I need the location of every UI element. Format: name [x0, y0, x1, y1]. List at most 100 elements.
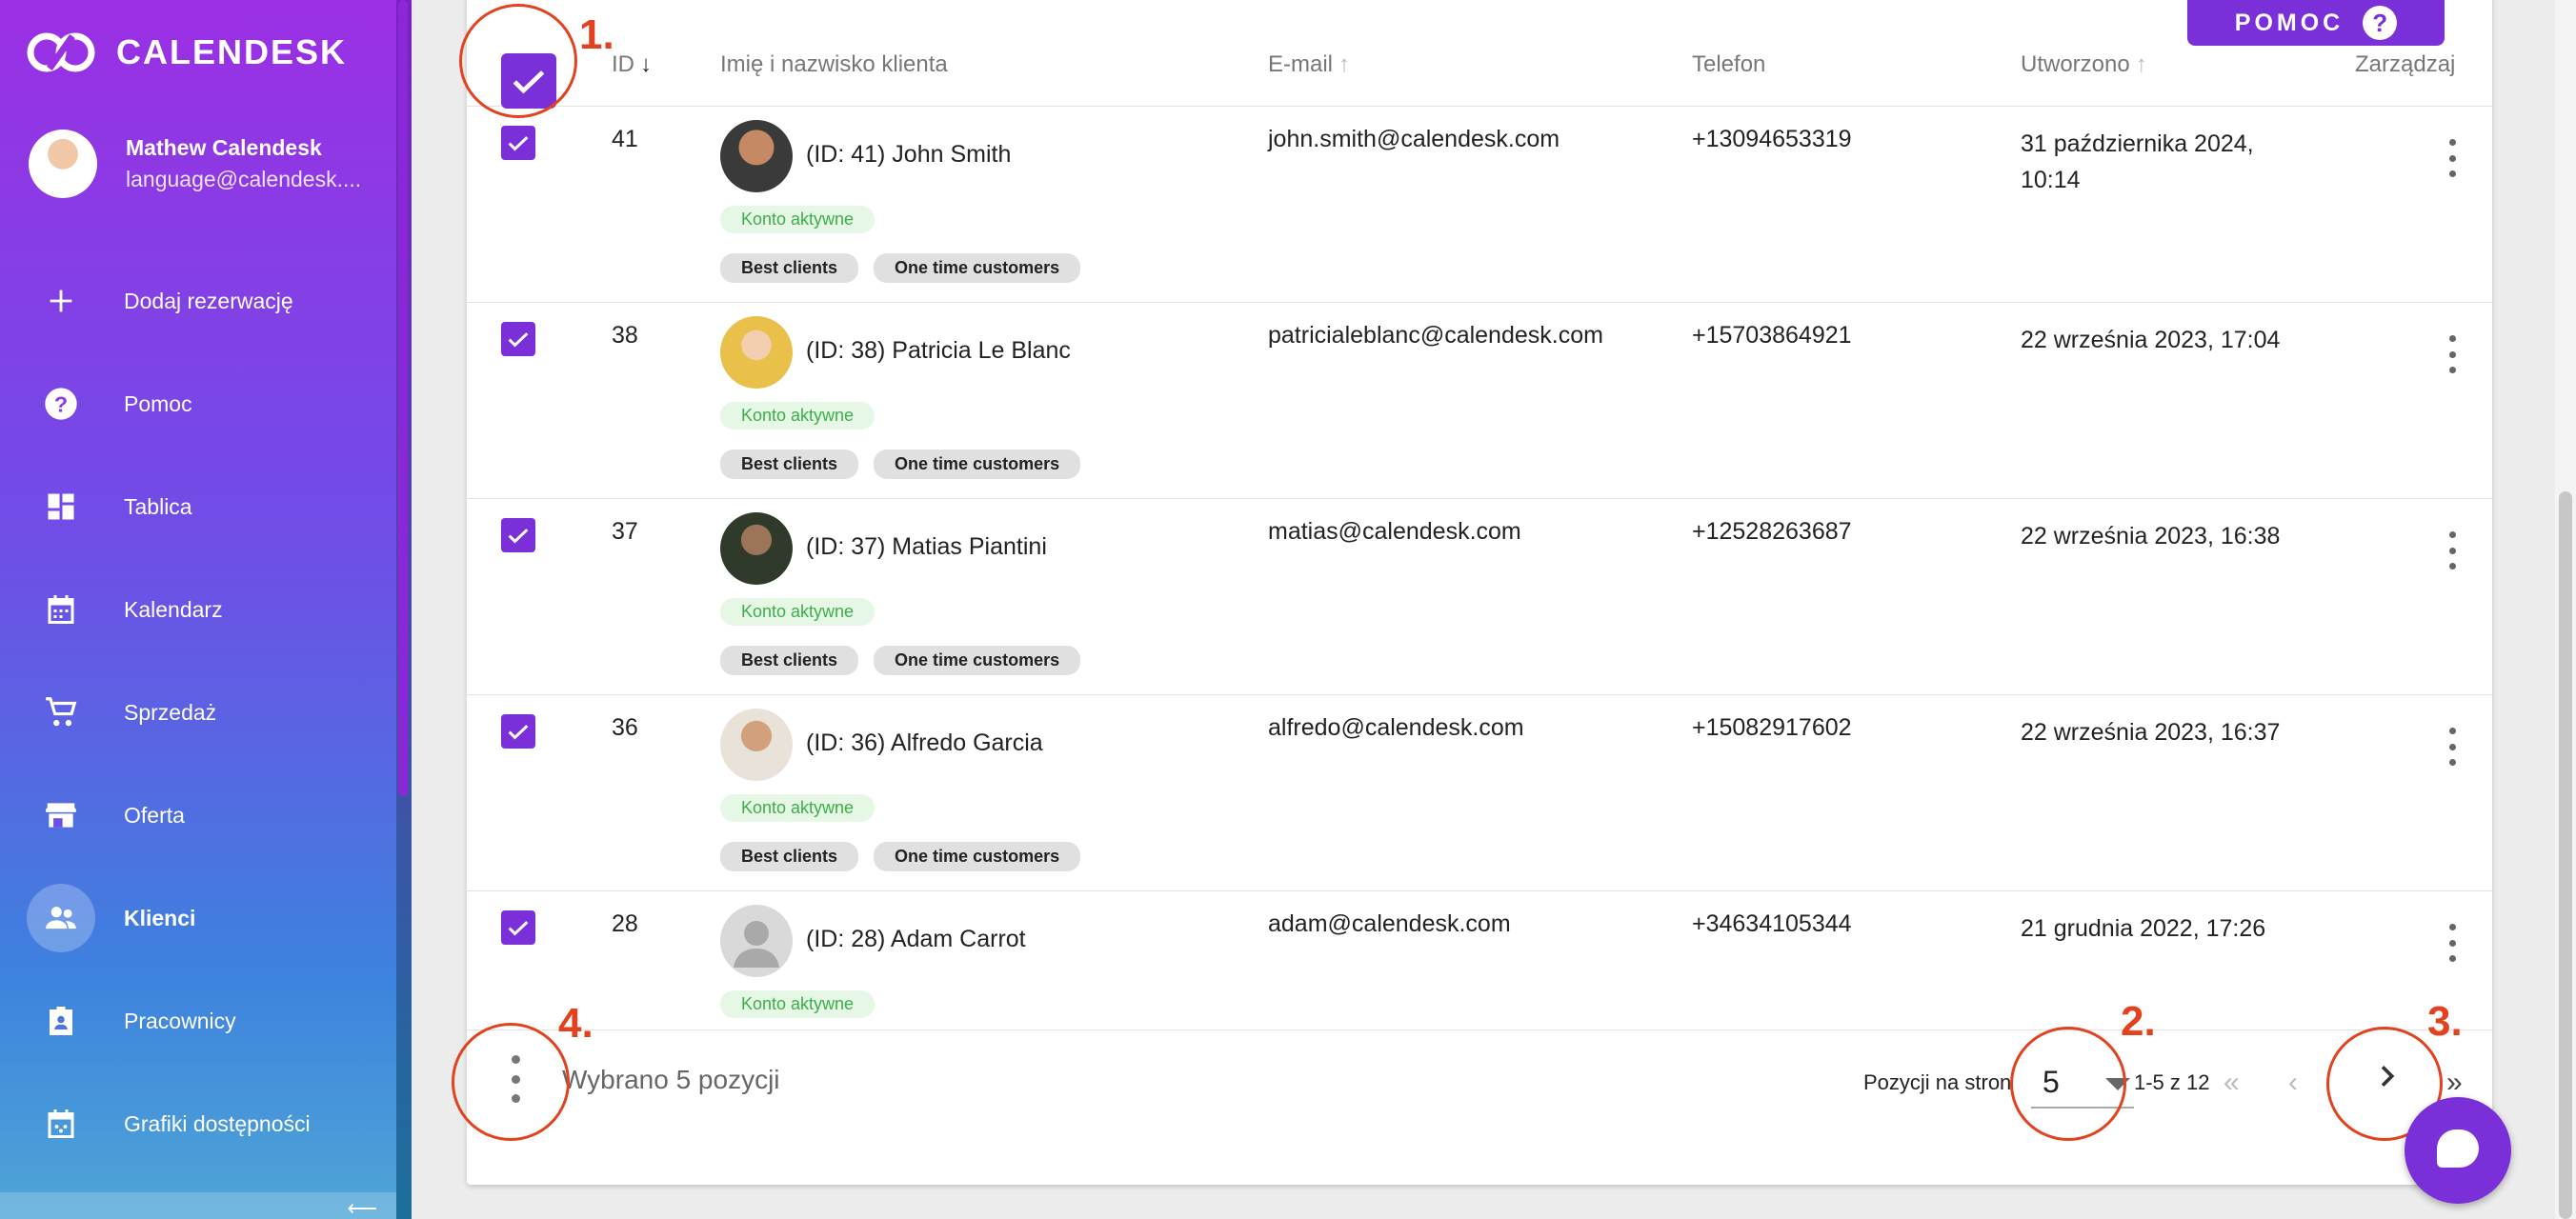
- sidebar-collapse-bar[interactable]: ⟵: [0, 1192, 396, 1219]
- last-page-icon[interactable]: »: [2446, 1067, 2463, 1099]
- client-id: 38: [612, 322, 638, 349]
- client-name[interactable]: (ID: 28) Adam Carrot: [806, 926, 1026, 953]
- calendesk-logo-icon: [27, 32, 95, 72]
- client-avatar: [720, 120, 793, 192]
- sidebar: CALENDESK Mathew Calendesk language@cale…: [0, 0, 412, 1219]
- page-scrollbar-thumb[interactable]: [2559, 491, 2572, 1219]
- table-row[interactable]: 28 (ID: 28) Adam Carrot Konto aktywne ad…: [467, 891, 2492, 1030]
- annotation-ring-1: [459, 4, 577, 118]
- client-avatar: [720, 316, 793, 389]
- sidebar-item-sales[interactable]: Sprzedaż: [0, 661, 396, 764]
- prev-page-icon[interactable]: ‹: [2288, 1067, 2298, 1099]
- sidebar-item-label: Dodaj rezerwację: [124, 288, 293, 313]
- row-more-icon[interactable]: [2446, 335, 2458, 373]
- column-header-label: Imię i nazwisko klienta: [720, 51, 948, 77]
- tag-list: Best clients One time customers: [720, 842, 1081, 871]
- column-header-phone[interactable]: Telefon: [1692, 51, 1765, 78]
- sidebar-item-offer[interactable]: Oferta: [0, 764, 396, 867]
- column-header-name[interactable]: Imię i nazwisko klienta: [720, 51, 948, 78]
- row-checkbox[interactable]: [501, 322, 535, 356]
- tag-chip: One time customers: [874, 842, 1081, 871]
- tag-chip: Best clients: [720, 450, 859, 479]
- first-page-icon[interactable]: «: [2224, 1067, 2240, 1099]
- client-name[interactable]: (ID: 36) Alfredo Garcia: [806, 729, 1043, 757]
- column-header-label: Zarządzaj: [2355, 51, 2456, 77]
- store-icon: [38, 792, 84, 838]
- client-phone: +34634105344: [1692, 910, 1852, 937]
- client-avatar: [720, 512, 793, 585]
- sidebar-item-dashboard[interactable]: Tablica: [0, 455, 396, 558]
- tag-list: Best clients One time customers: [720, 253, 1081, 283]
- sidebar-item-label: Klienci: [124, 905, 196, 930]
- client-created: 21 grudnia 2022, 17:26: [2021, 915, 2266, 942]
- client-name[interactable]: (ID: 38) Patricia Le Blanc: [806, 337, 1071, 365]
- app-logo[interactable]: CALENDESK: [27, 30, 347, 74]
- sidebar-menu: Dodaj rezerwację ? Pomoc Tablica Kalenda…: [0, 250, 396, 1175]
- column-header-label: Utworzono: [2021, 51, 2130, 77]
- row-checkbox[interactable]: [501, 714, 535, 749]
- sidebar-item-label: Tablica: [124, 493, 192, 519]
- cart-icon: [38, 689, 84, 735]
- sidebar-item-label: Oferta: [124, 802, 185, 828]
- client-email: john.smith@calendesk.com: [1268, 126, 1560, 152]
- tag-chip: One time customers: [874, 646, 1081, 675]
- row-checkbox[interactable]: [501, 126, 535, 160]
- row-more-icon[interactable]: [2446, 728, 2458, 766]
- annotation-label-1: 1.: [579, 11, 614, 58]
- sidebar-item-label: Kalendarz: [124, 596, 223, 622]
- chat-button[interactable]: [2405, 1097, 2511, 1204]
- sort-up-icon: ↑: [1338, 51, 1351, 77]
- column-header-id[interactable]: ID ↓: [612, 51, 652, 78]
- client-created: 22 września 2023, 17:04: [2021, 327, 2281, 353]
- sidebar-scrollbar[interactable]: [398, 0, 408, 796]
- client-created: 22 września 2023, 16:38: [2021, 523, 2281, 550]
- sidebar-item-add-booking[interactable]: Dodaj rezerwację: [0, 250, 396, 352]
- annotation-ring-4: [452, 1023, 570, 1141]
- user-profile[interactable]: Mathew Calendesk language@calendesk....: [29, 130, 361, 198]
- client-email: adam@calendesk.com: [1268, 910, 1511, 937]
- client-created: 31 października 2024, 10:14: [2021, 130, 2254, 193]
- client-id: 28: [612, 910, 638, 937]
- column-header-created[interactable]: Utworzono ↑: [2021, 51, 2147, 78]
- table-row[interactable]: 41 (ID: 41) John Smith Konto aktywne Bes…: [467, 107, 2492, 303]
- status-badge: Konto aktywne: [720, 402, 875, 430]
- table-footer: Wybrano 5 pozycji Pozycji na stron 5 1-5…: [467, 1030, 2492, 1126]
- table-row[interactable]: 36 (ID: 36) Alfredo Garcia Konto aktywne…: [467, 695, 2492, 891]
- client-phone: +13094653319: [1692, 126, 1852, 152]
- row-checkbox[interactable]: [501, 518, 535, 552]
- row-checkbox[interactable]: [501, 910, 535, 945]
- sidebar-item-employees[interactable]: Pracownicy: [0, 969, 396, 1072]
- help-button-label: POMOC: [2234, 9, 2345, 36]
- annotation-label-4: 4.: [558, 1000, 594, 1047]
- column-header-email[interactable]: E-mail ↑: [1268, 51, 1350, 78]
- client-name[interactable]: (ID: 41) John Smith: [806, 141, 1011, 169]
- sidebar-item-help[interactable]: ? Pomoc: [0, 352, 396, 455]
- dashboard-icon: [38, 484, 84, 530]
- selection-count: Wybrano 5 pozycji: [562, 1065, 780, 1094]
- column-header-label: Telefon: [1692, 51, 1766, 77]
- table-row[interactable]: 38 (ID: 38) Patricia Le Blanc Konto akty…: [467, 303, 2492, 499]
- status-badge: Konto aktywne: [720, 598, 875, 626]
- tag-list: Best clients One time customers: [720, 646, 1081, 675]
- client-name[interactable]: (ID: 37) Matias Piantini: [806, 533, 1047, 561]
- table-header: ID ↓ Imię i nazwisko klienta E-mail ↑ Te…: [467, 36, 2492, 109]
- client-created: 22 września 2023, 16:37: [2021, 719, 2281, 746]
- sort-up-icon: ↑: [2135, 51, 2147, 77]
- row-more-icon[interactable]: [2446, 924, 2458, 962]
- page-scrollbar[interactable]: [2555, 0, 2576, 1219]
- pagination-range: 1-5 z 12: [2134, 1070, 2210, 1094]
- row-more-icon[interactable]: [2446, 139, 2458, 177]
- sort-down-icon: ↓: [640, 51, 652, 77]
- client-id: 41: [612, 126, 638, 152]
- tag-chip: One time customers: [874, 253, 1081, 283]
- sidebar-item-label: Sprzedaż: [124, 699, 217, 725]
- sidebar-item-calendar[interactable]: Kalendarz: [0, 558, 396, 661]
- table-row[interactable]: 37 (ID: 37) Matias Piantini Konto aktywn…: [467, 499, 2492, 695]
- help-circle-icon: ?: [38, 381, 84, 427]
- column-header-label: E-mail: [1268, 51, 1334, 77]
- sidebar-item-schedules[interactable]: Grafiki dostępności: [0, 1072, 396, 1175]
- row-more-icon[interactable]: [2446, 531, 2458, 570]
- annotation-ring-2: [2010, 1027, 2126, 1141]
- client-email: alfredo@calendesk.com: [1268, 714, 1524, 741]
- sidebar-item-clients[interactable]: Klienci: [0, 867, 396, 969]
